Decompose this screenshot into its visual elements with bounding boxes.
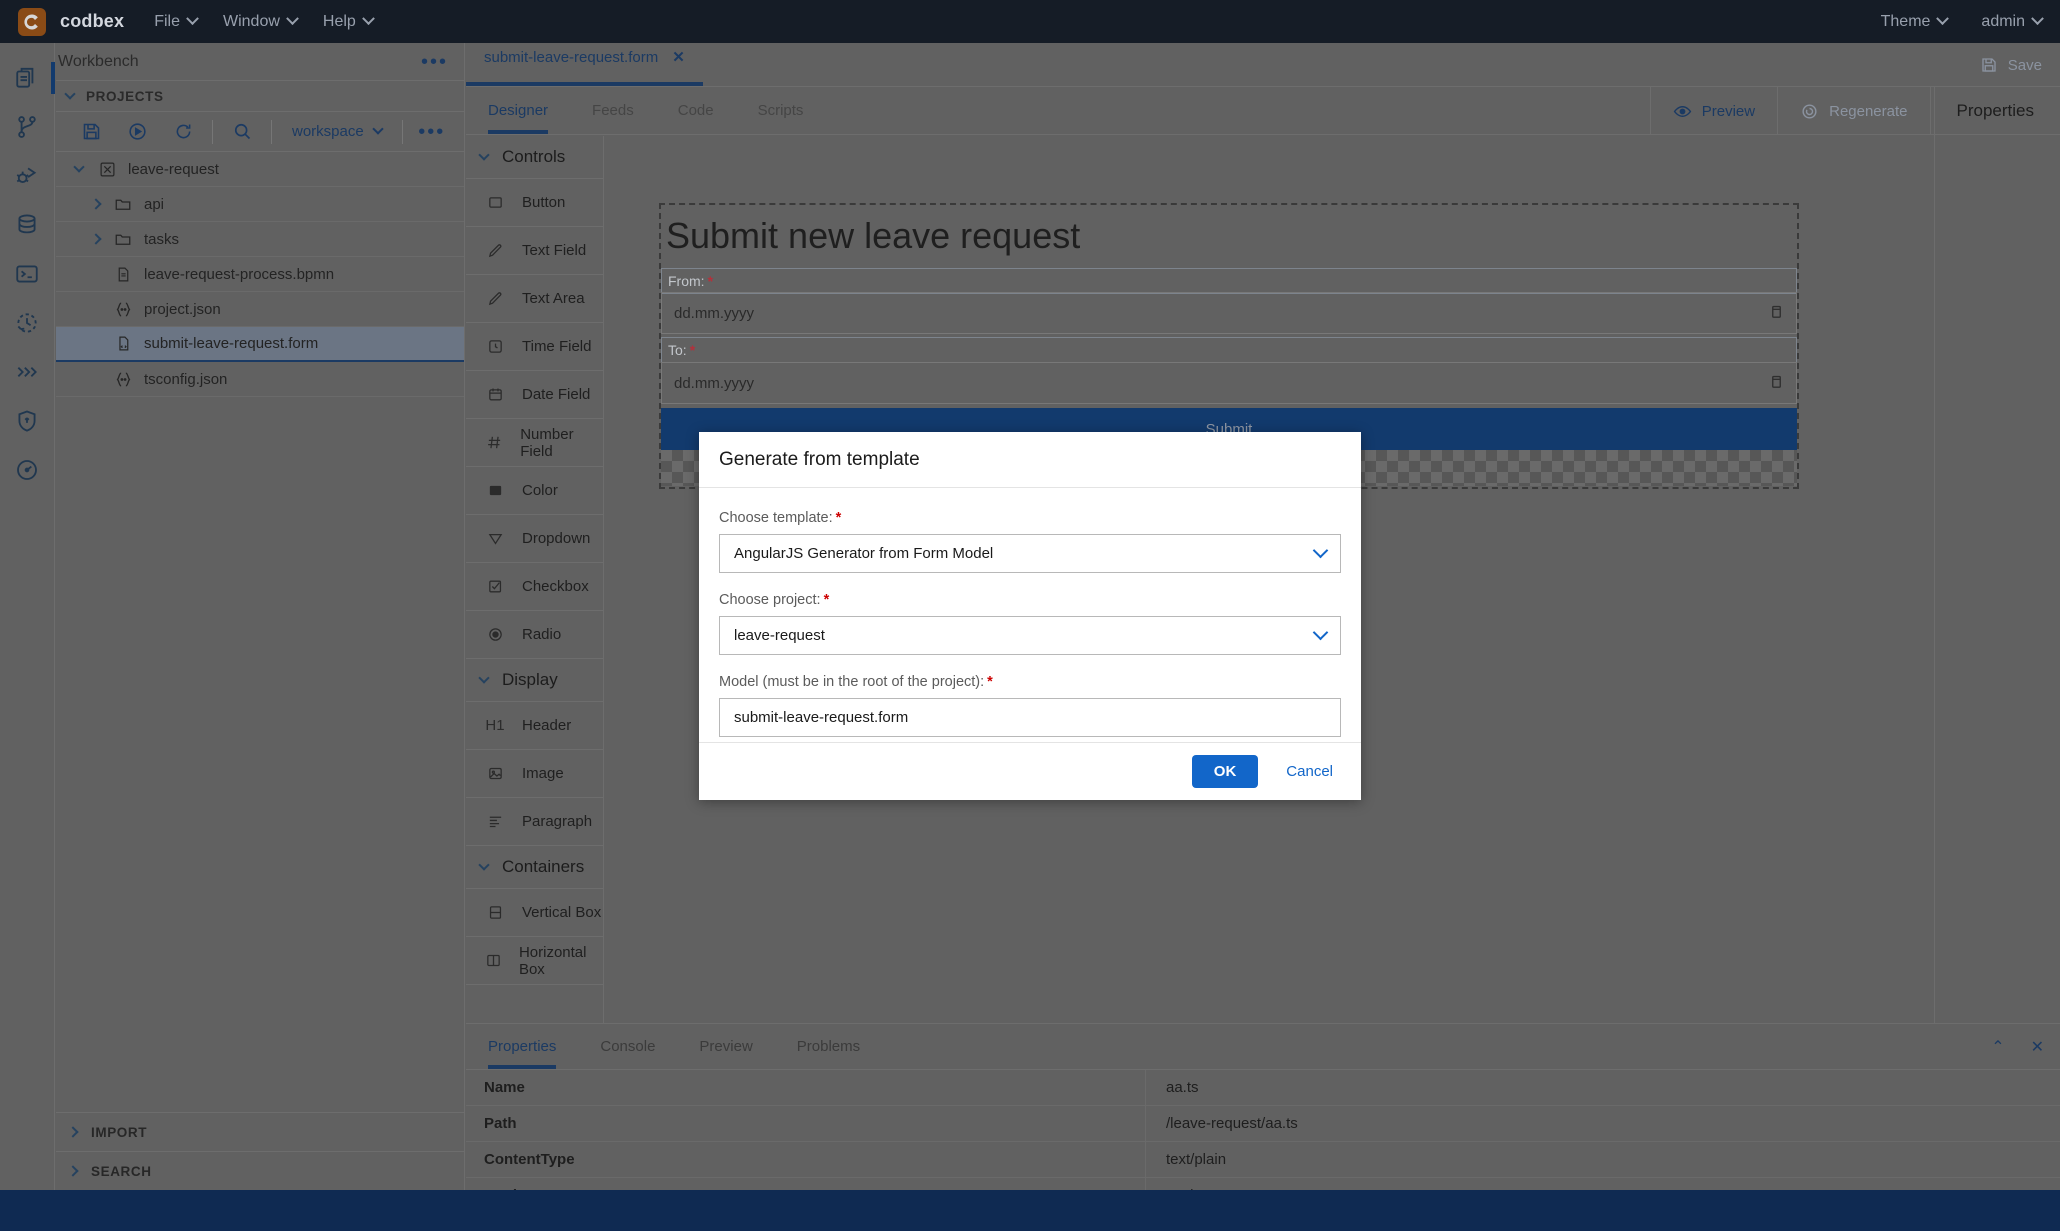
chevron-down-icon bbox=[1312, 542, 1329, 559]
chevron-down-icon bbox=[1312, 624, 1329, 641]
application-window: codbex File Window Help Theme admin Work… bbox=[0, 0, 2060, 1231]
field-choose-template: Choose template: * AngularJS Generator fr… bbox=[719, 510, 1341, 573]
choose-project-label: Choose project: * bbox=[719, 592, 1341, 608]
required-marker: * bbox=[987, 674, 993, 690]
field-model: Model (must be in the root of the projec… bbox=[719, 674, 1341, 737]
dialog-body: Choose template: * AngularJS Generator fr… bbox=[699, 488, 1361, 766]
model-value: submit-leave-request.form bbox=[734, 709, 909, 726]
choose-template-label-text: Choose template: bbox=[719, 510, 833, 526]
required-marker: * bbox=[835, 510, 842, 526]
required-marker: * bbox=[823, 592, 830, 608]
model-label: Model (must be in the root of the projec… bbox=[719, 674, 1341, 690]
choose-project-label-text: Choose project: bbox=[719, 592, 821, 608]
dialog-footer: OK Cancel bbox=[699, 742, 1361, 800]
model-label-text: Model (must be in the root of the projec… bbox=[719, 674, 985, 690]
choose-project-value: leave-request bbox=[734, 627, 825, 644]
dialog-header: Generate from template bbox=[699, 432, 1361, 488]
choose-template-label: Choose template: * bbox=[719, 510, 1341, 526]
choose-template-value: AngularJS Generator from Form Model bbox=[734, 545, 994, 562]
model-input[interactable]: submit-leave-request.form bbox=[719, 698, 1341, 737]
ok-button[interactable]: OK bbox=[1191, 755, 1259, 788]
generate-from-template-dialog: Generate from template Choose template: *… bbox=[699, 432, 1361, 800]
choose-project-select[interactable]: leave-request bbox=[719, 616, 1341, 655]
field-choose-project: Choose project: * leave-request bbox=[719, 592, 1341, 655]
dialog-title: Generate from template bbox=[719, 448, 920, 470]
cancel-button[interactable]: Cancel bbox=[1280, 762, 1339, 781]
choose-template-select[interactable]: AngularJS Generator from Form Model bbox=[719, 534, 1341, 573]
